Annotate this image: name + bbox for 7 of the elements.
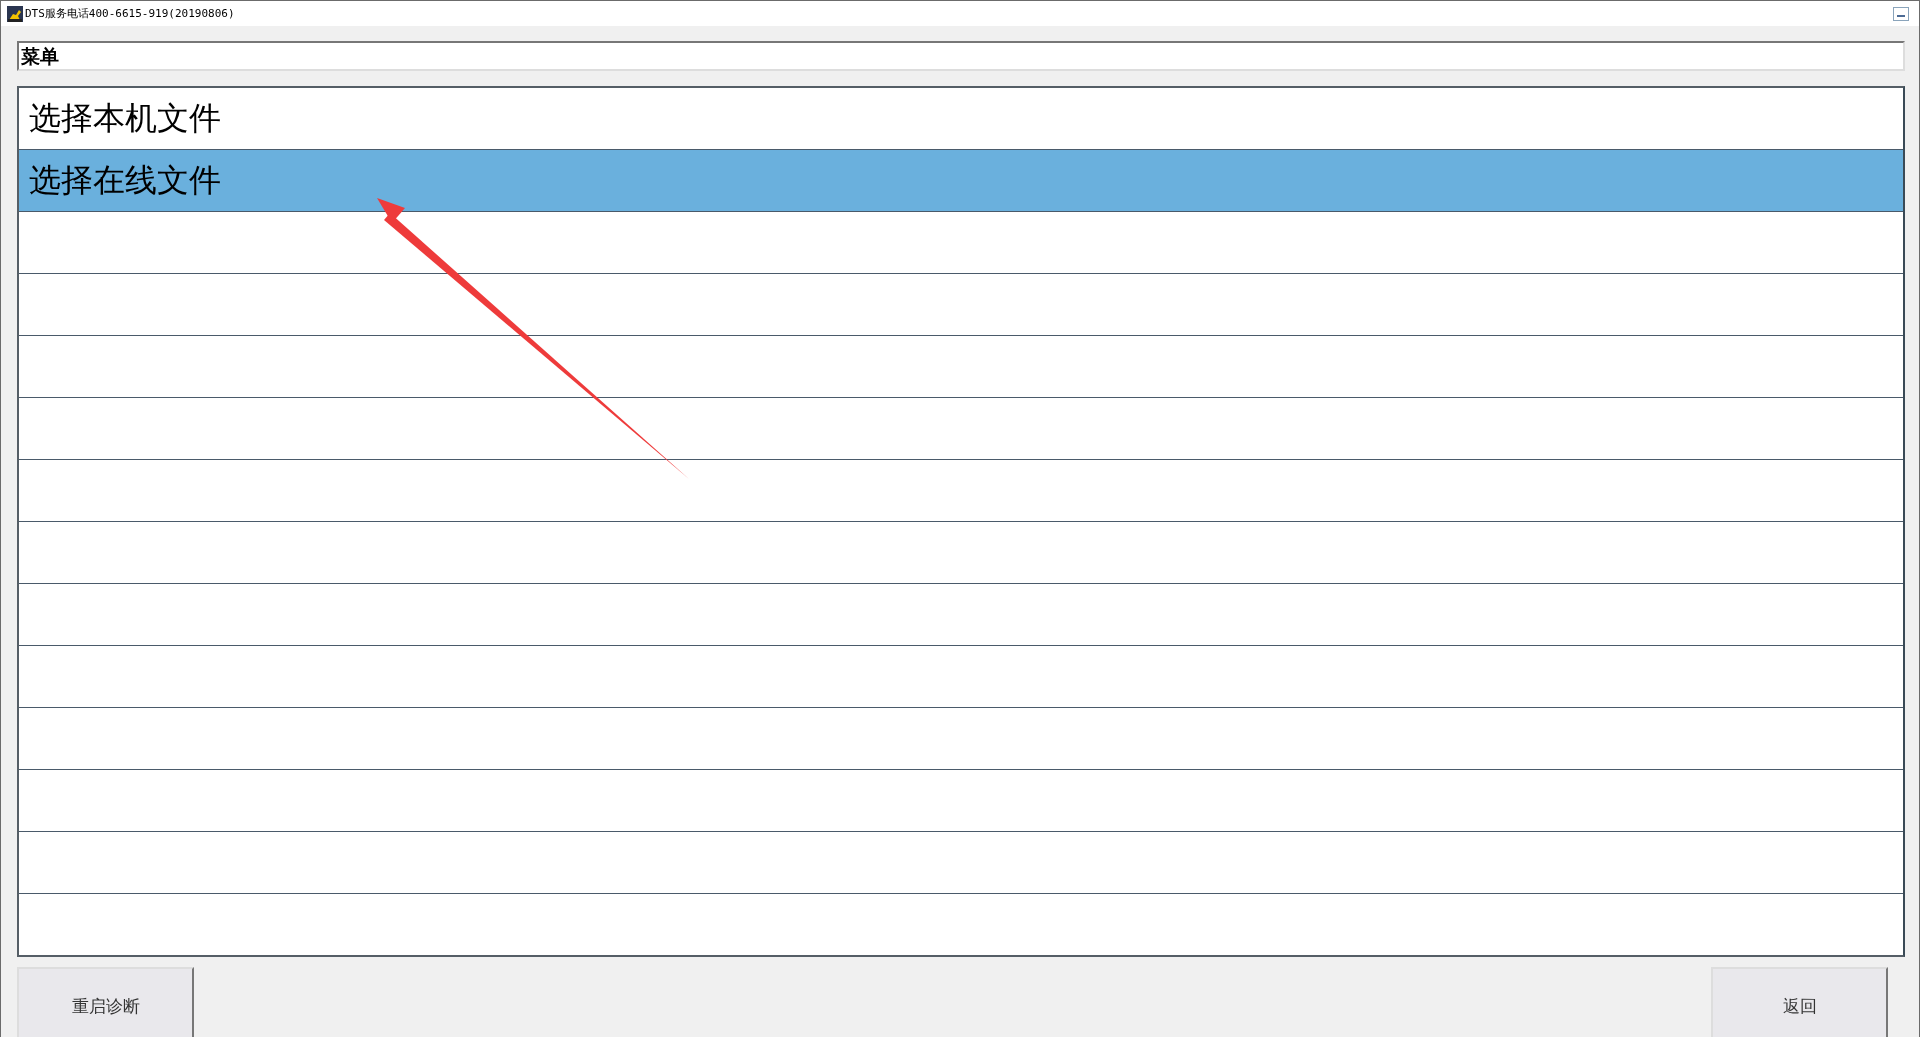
window-title: DTS服务电话400-6615-919(20190806) — [25, 6, 235, 21]
menu-header-field: 菜单 — [17, 41, 1905, 71]
action-button[interactable]: 返回 — [1711, 967, 1888, 1037]
action-button[interactable]: 重启诊断 — [17, 967, 194, 1037]
minimize-button[interactable] — [1893, 6, 1909, 21]
menu-item[interactable]: 选择在线文件 — [19, 150, 1903, 212]
app-icon — [7, 5, 23, 22]
